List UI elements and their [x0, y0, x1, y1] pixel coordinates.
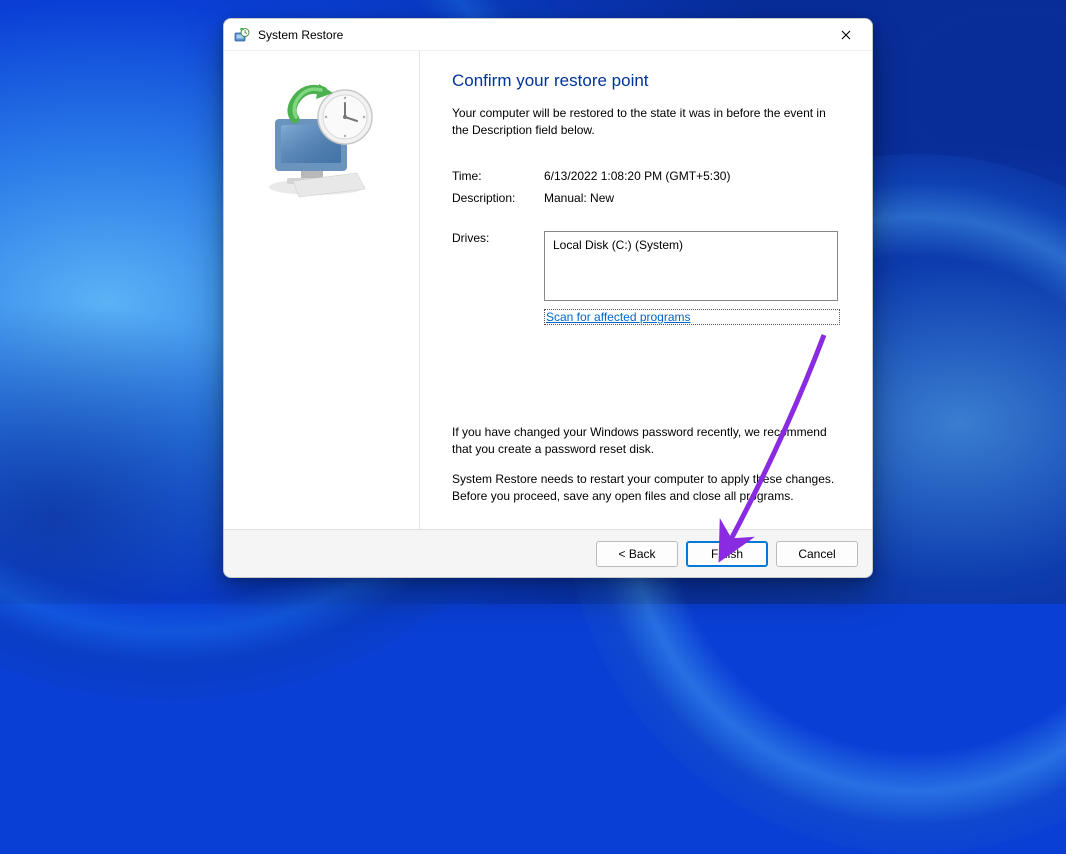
drives-label: Drives: [452, 231, 544, 301]
time-label: Time: [452, 169, 544, 183]
finish-button[interactable]: Finish [686, 541, 768, 567]
page-heading: Confirm your restore point [452, 71, 840, 91]
close-button[interactable] [824, 20, 868, 50]
button-bar: < Back Finish Cancel [224, 529, 872, 577]
restart-warning: System Restore needs to restart your com… [452, 471, 840, 505]
time-value: 6/13/2022 1:08:20 PM (GMT+5:30) [544, 169, 840, 183]
password-warning: If you have changed your Windows passwor… [452, 424, 840, 458]
cancel-button[interactable]: Cancel [776, 541, 858, 567]
drive-item: Local Disk (C:) (System) [553, 238, 829, 252]
window-title: System Restore [258, 28, 824, 42]
system-restore-dialog: System Restore [223, 18, 873, 578]
drives-list[interactable]: Local Disk (C:) (System) [544, 231, 838, 301]
description-value: Manual: New [544, 191, 840, 205]
left-graphic-panel [224, 51, 420, 529]
page-intro: Your computer will be restored to the st… [452, 105, 840, 139]
description-label: Description: [452, 191, 544, 205]
back-button[interactable]: < Back [596, 541, 678, 567]
restore-icon [257, 81, 387, 191]
scan-affected-programs-link[interactable]: Scan for affected programs [544, 309, 840, 325]
titlebar: System Restore [224, 19, 872, 51]
app-icon [234, 27, 250, 43]
